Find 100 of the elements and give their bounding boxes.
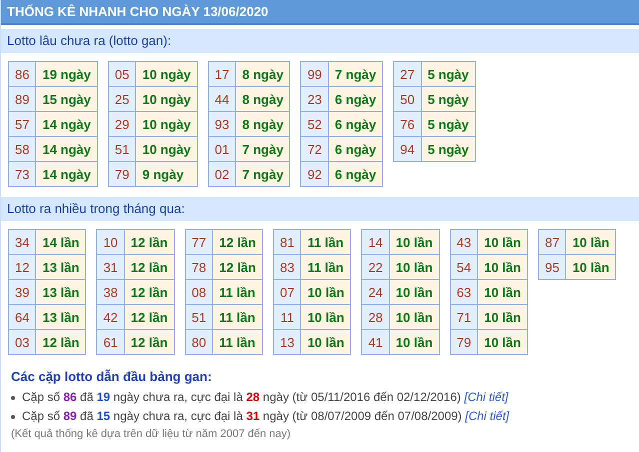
table-cell: 99 — [300, 62, 328, 86]
table-cell: 12 lần — [212, 254, 262, 280]
table-cell: 6 ngày — [328, 86, 383, 112]
table-cell: 6 ngày — [328, 136, 383, 162]
table-cell: 7 ngày — [328, 62, 383, 86]
table-cell: 10 lần — [389, 280, 440, 304]
details-link[interactable]: [Chi tiết] — [464, 390, 508, 404]
summary-heading: Các cặp lotto dẫn đầu bảng gan: — [11, 369, 213, 384]
table-cell: 25 — [108, 86, 136, 112]
table-cell: 44 — [208, 86, 236, 112]
table-cell: 80 — [185, 330, 213, 354]
table-cell: 94 — [394, 136, 422, 162]
table-cell: 11 lần — [300, 254, 351, 280]
table-cell: 7 ngày — [236, 162, 290, 186]
table-cell: 79 — [450, 330, 478, 354]
table-cell: 73 — [8, 162, 36, 186]
table-cell: 10 lần — [566, 230, 616, 254]
table-cell: 12 lần — [124, 304, 174, 330]
table-cell: 10 ngày — [136, 86, 198, 112]
table-cell: 10 lần — [389, 230, 440, 254]
table-cell: 8 ngày — [236, 112, 290, 136]
footnote: (Kết quả thống kê dựa trên dữ liệu từ năm 2007 đến nay) — [11, 428, 292, 440]
summary-sentence: Cặp số 86 đã 19 ngày chưa ra, cực đại là 28 ngày (từ 05/11/2016 đến 02/12/2016) [Chi tiết] — [22, 389, 508, 406]
table-cell: 13 lần — [36, 254, 86, 280]
table-cell: 10 lần — [478, 230, 528, 254]
table-cell: 81 — [273, 230, 301, 254]
table-cell: 79 — [108, 162, 136, 186]
table-cell: 10 ngày — [136, 136, 198, 162]
section-heading: Lotto ra nhiều trong tháng qua: — [1, 197, 639, 221]
table-cell: 29 — [108, 112, 136, 136]
table-cell: 64 — [8, 304, 36, 330]
table-cell: 5 ngày — [421, 86, 476, 112]
table-cell: 78 — [185, 254, 213, 280]
table-cell: 10 lần — [478, 304, 528, 330]
bullet-icon — [11, 396, 15, 400]
details-link[interactable]: [Chi tiết] — [465, 409, 510, 423]
table-cell: 13 — [273, 330, 301, 354]
table-cell: 12 lần — [36, 330, 86, 354]
table-cell: 12 — [8, 254, 36, 280]
table-cell: 12 lần — [124, 230, 174, 254]
table-cell: 12 lần — [124, 330, 174, 354]
table-cell: 07 — [273, 280, 301, 304]
table-cell: 54 — [450, 254, 478, 280]
table-cell: 5 ngày — [421, 112, 476, 136]
table-cell: 5 ngày — [421, 62, 476, 86]
table-cell: 28 — [362, 304, 390, 330]
table-cell: 12 lần — [212, 230, 262, 254]
table-cell: 7 ngày — [236, 136, 290, 162]
table-cell: 50 — [394, 86, 422, 112]
table-cell: 86 — [8, 62, 36, 86]
table-cell: 14 ngày — [36, 162, 98, 186]
table-cell: 08 — [185, 280, 213, 304]
table-cell: 41 — [362, 330, 390, 354]
table-cell: 43 — [450, 230, 478, 254]
table-cell: 72 — [300, 136, 328, 162]
table-cell: 51 — [108, 136, 136, 162]
table-cell: 11 lần — [212, 280, 262, 304]
page-title: THỐNG KÊ NHANH CHO NGÀY 13/06/2020 — [1, 0, 639, 25]
table-cell: 61 — [96, 330, 124, 354]
table-cell: 11 — [273, 304, 301, 330]
table-cell: 01 — [208, 136, 236, 162]
table-cell: 11 lần — [300, 230, 351, 254]
table-cell: 38 — [96, 280, 124, 304]
table-cell: 77 — [185, 230, 213, 254]
table-cell: 23 — [300, 86, 328, 112]
table-cell: 83 — [273, 254, 301, 280]
table-cell: 14 ngày — [36, 112, 98, 136]
table-cell: 93 — [208, 112, 236, 136]
table-cell: 24 — [362, 280, 390, 304]
table-cell: 10 lần — [389, 304, 440, 330]
table-cell: 27 — [394, 62, 422, 86]
table-cell: 14 lần — [36, 230, 86, 254]
table-cell: 11 lần — [212, 330, 262, 354]
table-cell: 10 ngày — [136, 62, 198, 86]
table-cell: 8 ngày — [236, 86, 290, 112]
table-cell: 14 ngày — [36, 136, 98, 162]
table-cell: 22 — [362, 254, 390, 280]
table-cell: 10 lần — [478, 330, 528, 354]
table-cell: 42 — [96, 304, 124, 330]
table-cell: 57 — [8, 112, 36, 136]
table-cell: 5 ngày — [421, 136, 476, 162]
table-cell: 13 lần — [36, 280, 86, 304]
table-cell: 10 lần — [389, 330, 440, 354]
table-cell: 34 — [8, 230, 36, 254]
table-cell: 12 lần — [124, 254, 174, 280]
table-cell: 03 — [8, 330, 36, 354]
table-cell: 58 — [8, 136, 36, 162]
table-cell: 51 — [185, 304, 213, 330]
table-cell: 6 ngày — [328, 162, 383, 186]
table-cell: 02 — [208, 162, 236, 186]
table-cell: 10 ngày — [136, 112, 198, 136]
table-cell: 17 — [208, 62, 236, 86]
bullet-icon — [11, 414, 15, 418]
table-cell: 19 ngày — [36, 62, 98, 86]
table-cell: 31 — [96, 254, 124, 280]
table-cell: 10 lần — [389, 254, 440, 280]
table-cell: 10 lần — [478, 280, 528, 304]
table-cell: 05 — [108, 62, 136, 86]
section-heading: Lotto lâu chưa ra (lotto gan): — [1, 29, 639, 53]
table-cell: 8 ngày — [236, 62, 290, 86]
